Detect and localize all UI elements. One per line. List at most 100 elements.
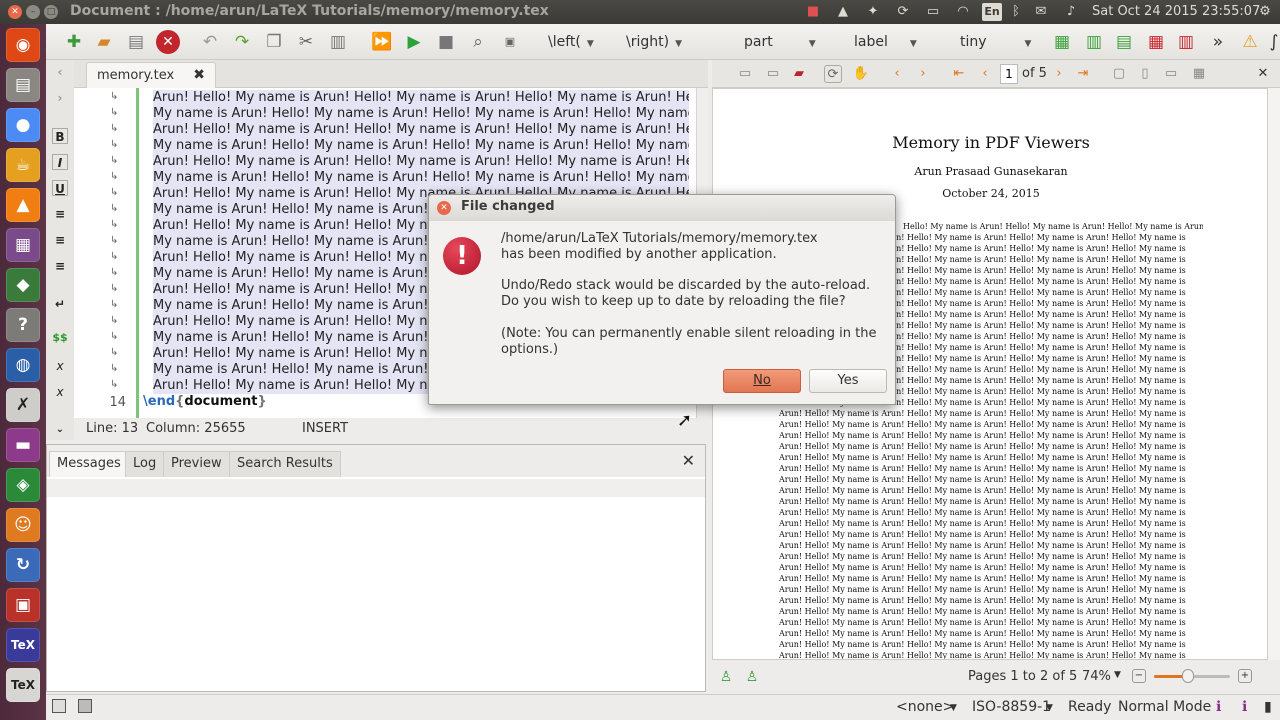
cube-icon[interactable]: ◆ bbox=[6, 268, 40, 302]
close-tab-icon[interactable]: ✖ bbox=[193, 67, 205, 83]
pdf-zoom-in-icon[interactable]: ♙ bbox=[714, 665, 738, 689]
pdf-last-page-icon[interactable]: ⇥ bbox=[1074, 65, 1092, 83]
mail-icon[interactable]: ✉ bbox=[1032, 3, 1050, 21]
encoding-selector[interactable]: ISO-8859-1 bbox=[972, 699, 1051, 715]
pdf-prev-page-icon[interactable]: ‹ bbox=[976, 65, 994, 83]
pdf-page-input[interactable] bbox=[1000, 64, 1018, 84]
no-button[interactable]: No bbox=[723, 369, 801, 393]
window-icon[interactable]: ▬ bbox=[6, 428, 40, 462]
view-mode-status[interactable]: Normal Mode bbox=[1118, 699, 1211, 715]
more-icon[interactable]: » bbox=[1206, 30, 1230, 54]
align-left-icon[interactable]: ≡ bbox=[52, 206, 68, 222]
pdf-magnifier-icon[interactable]: ▭ bbox=[1162, 65, 1180, 83]
browser-icon[interactable]: ◍ bbox=[6, 348, 40, 382]
build-view-icon[interactable]: ⏩ bbox=[370, 30, 394, 54]
recorder-icon[interactable]: ■ bbox=[804, 3, 822, 21]
left-delimiter-dropdown[interactable]: \left(▼ bbox=[548, 32, 610, 52]
texmaker-icon[interactable]: TeX bbox=[6, 668, 40, 702]
yes-button[interactable]: Yes bbox=[809, 369, 887, 393]
volume-icon[interactable]: ♪ bbox=[1062, 3, 1080, 21]
subscript-icon[interactable]: x bbox=[52, 358, 68, 374]
structure-toggle-icon[interactable] bbox=[52, 699, 66, 713]
dropbox-icon[interactable]: ✦ bbox=[864, 3, 882, 21]
bibliography-selector[interactable]: <none> bbox=[896, 699, 954, 715]
pdf-external-icon[interactable]: ▰ bbox=[790, 65, 808, 83]
pdf-first-page-icon[interactable]: ⇤ bbox=[950, 65, 968, 83]
tab-log[interactable]: Log bbox=[125, 451, 165, 477]
media-icon[interactable]: ▦ bbox=[6, 228, 40, 262]
chrome-icon[interactable]: ● bbox=[6, 108, 40, 142]
paste-icon[interactable]: ▥ bbox=[326, 30, 350, 54]
tab-memory-tex[interactable]: memory.tex ✖ bbox=[86, 62, 216, 88]
italic-button[interactable]: I bbox=[52, 154, 68, 170]
spell-check-icon[interactable]: ℹ bbox=[1216, 699, 1221, 715]
clock[interactable]: Sat Oct 24 2015 23:55:07 bbox=[1092, 3, 1260, 21]
bold-button[interactable]: B bbox=[52, 128, 68, 144]
window-maximize-icon[interactable]: □ bbox=[44, 5, 58, 19]
chevron-down-icon[interactable]: ▼ bbox=[1114, 670, 1121, 680]
chevron-down-icon[interactable]: ▼ bbox=[1046, 703, 1053, 713]
expand-down-icon[interactable]: ⌄ bbox=[52, 422, 68, 438]
pdf-sync-icon[interactable]: ⟳ bbox=[824, 65, 842, 83]
pdf-fit-icon[interactable]: ▢ bbox=[1110, 65, 1128, 83]
math-icon[interactable]: ∫ bbox=[1262, 30, 1280, 54]
recorder-app-icon[interactable]: ▣ bbox=[6, 588, 40, 622]
sync-icon[interactable]: ⟳ bbox=[894, 3, 912, 21]
pdf-zoom-out-icon[interactable]: ♙ bbox=[740, 665, 764, 689]
chevron-down-icon[interactable]: ▼ bbox=[950, 703, 957, 713]
save-icon[interactable]: ▤ bbox=[124, 30, 148, 54]
pdf-print-icon[interactable]: ▭ bbox=[764, 65, 782, 83]
tab-search-results[interactable]: Search Results bbox=[229, 451, 341, 477]
help-icon[interactable]: ? bbox=[6, 308, 40, 342]
scratch-icon[interactable]: ☺ bbox=[6, 508, 40, 542]
remove-column-icon[interactable]: ▥ bbox=[1174, 30, 1198, 54]
zoom-slider-handle[interactable] bbox=[1182, 669, 1194, 683]
size-dropdown[interactable]: tiny ▼ bbox=[960, 32, 1032, 52]
warning-icon[interactable]: ⚠ bbox=[1238, 30, 1262, 54]
structure-dropdown[interactable]: part ▼ bbox=[744, 32, 824, 52]
remove-row-icon[interactable]: ▦ bbox=[1144, 30, 1168, 54]
pdf-forward-icon[interactable]: › bbox=[914, 65, 932, 83]
pdf-grid-icon[interactable]: ▦ bbox=[1190, 65, 1208, 83]
xournal-icon[interactable]: ✗ bbox=[6, 388, 40, 422]
window-close-icon[interactable]: ✕ bbox=[8, 5, 22, 19]
add-column-icon[interactable]: ▤ bbox=[1112, 30, 1136, 54]
pdf-panel-icon[interactable]: ▭ bbox=[736, 65, 754, 83]
vlc-icon[interactable]: ▲ bbox=[6, 188, 40, 222]
clipboard-icon[interactable]: ▭ bbox=[924, 3, 942, 21]
copy-icon[interactable]: ❐ bbox=[262, 30, 286, 54]
close-panel-icon[interactable]: ✕ bbox=[682, 451, 695, 470]
drive-icon[interactable]: ▲ bbox=[834, 3, 852, 21]
align-center-icon[interactable]: ≡ bbox=[52, 232, 68, 248]
update-icon[interactable]: ↻ bbox=[6, 548, 40, 582]
texstudio-icon[interactable]: TeX bbox=[6, 628, 40, 662]
tab-messages[interactable]: Messages bbox=[49, 451, 129, 477]
open-folder-icon[interactable]: ▰ bbox=[92, 30, 116, 54]
compile-icon[interactable]: ▶ bbox=[402, 30, 426, 54]
bluetooth-icon[interactable]: ᛒ bbox=[1010, 3, 1022, 21]
table-icon[interactable]: ▦ bbox=[1050, 30, 1074, 54]
close-doc-icon[interactable]: ✕ bbox=[156, 30, 180, 54]
teapot-icon[interactable]: ☕ bbox=[6, 148, 40, 182]
window-minimize-icon[interactable]: – bbox=[26, 5, 40, 19]
grammar-check-icon[interactable]: ℹ bbox=[1242, 699, 1247, 715]
dash-icon[interactable]: ◉ bbox=[6, 28, 40, 62]
newline-icon[interactable]: ↵ bbox=[52, 296, 68, 312]
cut-icon[interactable]: ✂ bbox=[294, 30, 318, 54]
pdf-back-icon[interactable]: ‹ bbox=[888, 65, 906, 83]
stop-icon[interactable]: ■ bbox=[434, 30, 458, 54]
pdf-close-icon[interactable]: ✕ bbox=[1254, 65, 1272, 83]
right-delimiter-dropdown[interactable]: \right) ▼ bbox=[626, 32, 692, 52]
pdf-next-page-icon[interactable]: › bbox=[1050, 65, 1068, 83]
view-pdf-icon[interactable]: ⌕ bbox=[466, 30, 490, 54]
wifi-icon[interactable]: ◠ bbox=[954, 3, 972, 21]
dialog-close-icon[interactable]: ✕ bbox=[437, 201, 451, 215]
settings-gear-icon[interactable]: ⚙ bbox=[1256, 3, 1274, 21]
tab-preview[interactable]: Preview bbox=[163, 451, 230, 477]
align-right-icon[interactable]: ≡ bbox=[52, 258, 68, 274]
new-file-icon[interactable]: ✚ bbox=[62, 30, 86, 54]
package-icon[interactable]: ◈ bbox=[6, 468, 40, 502]
files-icon[interactable]: ▤ bbox=[6, 68, 40, 102]
lock-icon[interactable]: ▮ bbox=[1264, 699, 1272, 715]
display-math-button[interactable]: $$ bbox=[50, 330, 70, 346]
